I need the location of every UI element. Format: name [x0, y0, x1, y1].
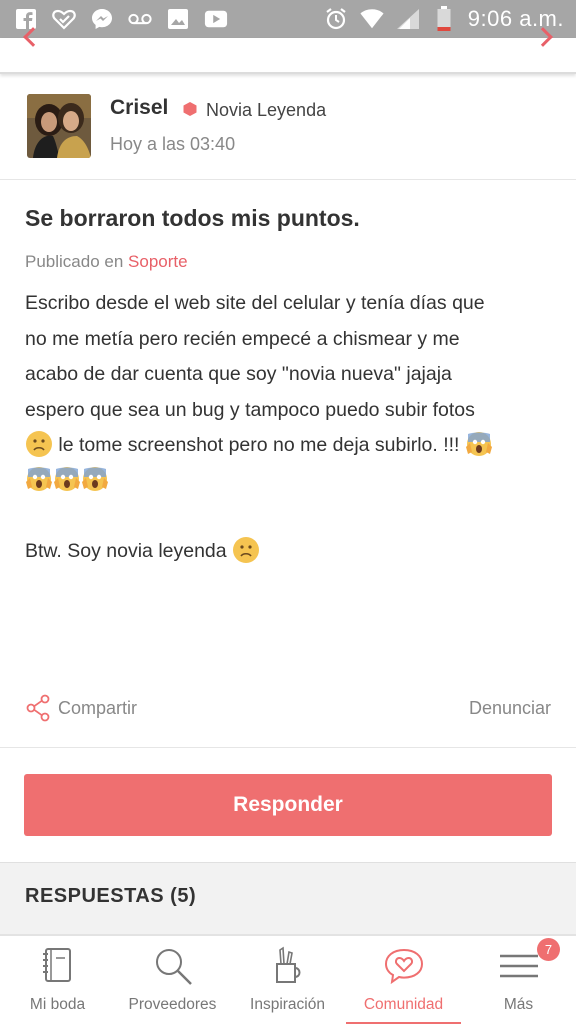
body-line-text: Btw. Soy novia leyenda	[25, 540, 227, 562]
screaming-face-icon	[465, 430, 493, 458]
post-actions: Compartir Denunciar	[0, 690, 576, 748]
screaming-face-icon	[81, 465, 109, 493]
body-line: espero que sea un bug y tampoco puedo su…	[25, 398, 475, 421]
top-header	[0, 27, 576, 74]
author-block: Crisel Novia Leyenda Hoy a las 03:40	[0, 76, 576, 180]
nav-label: Comunidad	[363, 996, 444, 1013]
frowning-face-icon	[25, 430, 53, 458]
wifi-icon	[360, 7, 384, 31]
body-line: no me metía pero recién empecé a chismea…	[25, 327, 460, 350]
report-button[interactable]: Denunciar	[469, 698, 551, 719]
notification-badge: 7	[537, 938, 560, 961]
nav-item-comunidad[interactable]: Comunidad	[346, 936, 461, 1024]
voicemail-icon	[128, 7, 152, 31]
notebook-icon	[36, 944, 80, 988]
frowning-face-icon	[232, 536, 260, 564]
screaming-face-icon	[53, 465, 81, 493]
body-line	[25, 464, 555, 500]
body-line: Escribo desde el web site del celular y …	[25, 292, 485, 314]
author-rank: Novia Leyenda	[206, 100, 327, 120]
nav-label: Proveedores	[128, 996, 217, 1013]
author-name[interactable]: Crisel	[110, 96, 168, 120]
post-title: Se borraron todos mis puntos.	[25, 205, 360, 231]
body-line: Btw. Soy novia leyenda	[25, 534, 555, 570]
nav-item-inspiracion[interactable]: Inspiración	[230, 936, 345, 1024]
pencil-cup-icon	[266, 944, 310, 988]
avatar[interactable]	[27, 94, 91, 158]
published-prefix: Publicado en	[25, 252, 124, 271]
clock-time: 9:06 a.m.	[467, 6, 564, 31]
heart-bubble-icon	[382, 944, 426, 988]
facebook-icon	[14, 7, 38, 31]
post-body: Escribo desde el web site del celular y …	[25, 286, 555, 570]
share-icon[interactable]	[26, 694, 50, 722]
category-link[interactable]: Soporte	[128, 252, 188, 271]
nav-label: Más	[503, 996, 534, 1013]
post-meta: Publicado en Soporte	[25, 252, 188, 272]
body-line-text: le tome screenshot pero no me deja subir…	[58, 434, 460, 456]
alarm-icon	[324, 7, 348, 31]
youtube-icon	[204, 7, 228, 31]
heart-check-icon	[52, 7, 76, 31]
bottom-nav: Mi boda Proveedores Inspiración Comunida…	[0, 934, 576, 1024]
screaming-face-icon	[25, 465, 53, 493]
battery-icon	[432, 6, 456, 31]
share-button[interactable]: Compartir	[58, 698, 137, 719]
body-line: acabo de dar cuenta que soy "novia nueva…	[25, 363, 452, 385]
responses-header: RESPUESTAS (5)	[0, 862, 576, 934]
reply-button[interactable]: Responder	[24, 774, 552, 836]
rank-badge-icon	[182, 101, 198, 117]
nav-item-proveedores[interactable]: Proveedores	[115, 936, 230, 1024]
search-icon	[151, 944, 195, 988]
menu-icon	[497, 944, 541, 988]
signal-icon	[396, 7, 420, 31]
body-line: le tome screenshot pero no me deja subir…	[25, 428, 555, 464]
status-bar: 9:06 a.m.	[0, 0, 576, 38]
image-icon	[166, 7, 190, 31]
nav-label: Inspiración	[250, 996, 325, 1013]
nav-label: Mi boda	[29, 996, 86, 1013]
responses-title: RESPUESTAS (5)	[25, 885, 197, 907]
nav-item-mi-boda[interactable]: Mi boda	[0, 936, 115, 1024]
messenger-icon	[90, 7, 114, 31]
post-time: Hoy a las 03:40	[110, 134, 236, 154]
